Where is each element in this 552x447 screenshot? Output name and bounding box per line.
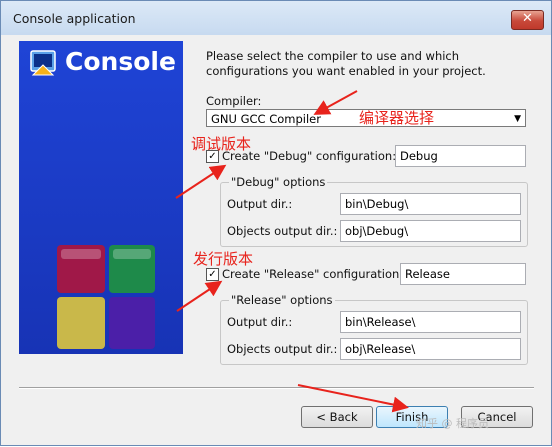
dialog-window: Console application ✕ Console Please sel…: [0, 0, 552, 446]
intro-text: Please select the compiler to use and wh…: [206, 49, 486, 78]
debug-output-input[interactable]: bin\Debug\: [340, 193, 521, 215]
logo-text: Console: [65, 47, 176, 76]
chevron-down-icon: ▼: [514, 114, 521, 124]
release-checkbox[interactable]: ✓: [206, 268, 219, 281]
release-name-input[interactable]: Release: [400, 263, 526, 285]
console-logo-icon: [30, 50, 56, 76]
compiler-label: Compiler:: [206, 94, 262, 108]
debug-options-title: "Debug" options: [229, 175, 328, 189]
release-annotation: 发行版本: [193, 250, 254, 268]
release-objects-label: Objects output dir.:: [227, 342, 338, 356]
debug-objects-label: Objects output dir.:: [227, 224, 338, 238]
window-title: Console application: [13, 11, 136, 26]
back-button[interactable]: < Back: [301, 406, 373, 428]
compiler-value: GNU GCC Compiler: [211, 112, 321, 126]
release-output-input[interactable]: bin\Release\: [340, 311, 521, 333]
release-output-label: Output dir.:: [227, 315, 293, 329]
debug-objects-input[interactable]: obj\Debug\: [340, 220, 521, 242]
release-checkbox-label: Create "Release" configuration:: [222, 267, 404, 281]
divider: [19, 387, 534, 389]
compiler-annotation: 编译器选择: [359, 109, 435, 127]
close-button[interactable]: ✕: [511, 10, 544, 30]
debug-annotation: 调试版本: [191, 135, 252, 153]
release-objects-input[interactable]: obj\Release\: [340, 338, 521, 360]
release-arrow: [176, 280, 223, 312]
title-bar: Console application ✕: [1, 1, 551, 35]
release-options-title: "Release" options: [229, 293, 335, 307]
cubes-icon: [57, 245, 155, 349]
wizard-banner: Console: [19, 41, 183, 354]
debug-arrow: [175, 164, 227, 199]
watermark-text: 知乎 @ 程序员: [416, 417, 489, 430]
debug-name-input[interactable]: Debug: [395, 145, 526, 167]
debug-output-label: Output dir.:: [227, 197, 293, 211]
